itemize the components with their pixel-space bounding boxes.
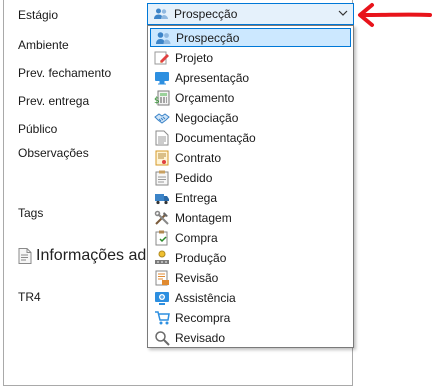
review-icon (155, 270, 169, 285)
label-prev-entrega: Prev. entrega (18, 94, 90, 108)
option-compra[interactable]: Compra (150, 228, 351, 247)
option-apresentacao[interactable]: Apresentação (150, 68, 351, 87)
label-observacoes: Observações (18, 146, 89, 160)
svg-text:$: $ (154, 96, 160, 106)
option-label: Orçamento (175, 90, 235, 105)
option-label: Revisado (175, 330, 226, 345)
document-icon (155, 130, 169, 145)
option-orcamento[interactable]: $ Orçamento (150, 88, 351, 107)
stage-dropdown: Prospecção Projeto Apresentação $ Orçame… (147, 25, 354, 348)
label-tags: Tags (18, 206, 44, 220)
calculator-icon: $ (154, 90, 170, 106)
pencil-icon (154, 51, 169, 64)
option-label: Projeto (175, 50, 214, 65)
production-icon (155, 250, 169, 264)
stage-select[interactable]: Prospecção (147, 3, 354, 25)
chevron-down-icon[interactable] (338, 8, 348, 18)
option-contrato[interactable]: Contrato (150, 148, 351, 167)
option-label: Prospecção (176, 30, 240, 45)
cart-icon (155, 310, 170, 324)
label-estagio: Estágio (18, 8, 59, 22)
option-revisao[interactable]: Revisão (150, 268, 351, 287)
option-label: Montagem (175, 210, 232, 225)
handshake-icon (154, 112, 170, 124)
label-prev-fechamento: Prev. fechamento (18, 66, 112, 80)
option-revisado[interactable]: Revisado (150, 328, 351, 347)
option-label: Produção (175, 250, 227, 265)
option-negociacao[interactable]: Negociação (150, 108, 351, 127)
option-prospeccao[interactable]: Prospecção (150, 28, 351, 47)
option-entrega[interactable]: Entrega (150, 188, 351, 207)
option-assistencia[interactable]: Assistência (150, 288, 351, 307)
option-montagem[interactable]: Montagem (150, 208, 351, 227)
magnifier-icon (155, 330, 170, 346)
option-label: Negociação (175, 110, 239, 125)
section-title-informacoes: Informações ad (18, 247, 146, 265)
option-label: Pedido (175, 170, 213, 185)
option-label: Revisão (175, 270, 219, 285)
option-documentacao[interactable]: Documentação (150, 128, 351, 147)
stage-select-value: Prospecção (174, 7, 238, 21)
order-icon (155, 170, 169, 185)
option-label: Assistência (175, 290, 236, 305)
option-label: Compra (175, 230, 218, 245)
option-label: Entrega (175, 190, 218, 205)
tools-icon (154, 210, 169, 225)
annotation-arrow-icon (358, 3, 432, 27)
label-ambiente: Ambiente (18, 38, 69, 52)
contract-icon (155, 150, 169, 165)
label-tr4: TR4 (18, 290, 41, 304)
option-label: Contrato (175, 150, 222, 165)
document-icon (18, 248, 32, 264)
option-label: Documentação (175, 130, 256, 145)
option-producao[interactable]: Produção (150, 248, 351, 267)
support-icon (155, 291, 169, 305)
option-projeto[interactable]: Projeto (150, 48, 351, 67)
people-icon (154, 8, 168, 19)
option-recompra[interactable]: Recompra (150, 308, 351, 327)
section-title-text: Informações ad (36, 247, 146, 264)
option-label: Apresentação (175, 70, 250, 85)
label-publico: Público (18, 122, 58, 136)
monitor-icon (155, 71, 169, 84)
clipboard-icon (155, 230, 168, 245)
option-pedido[interactable]: Pedido (150, 168, 351, 187)
option-label: Recompra (175, 310, 231, 325)
people-icon (156, 31, 171, 44)
truck-icon (155, 193, 169, 204)
